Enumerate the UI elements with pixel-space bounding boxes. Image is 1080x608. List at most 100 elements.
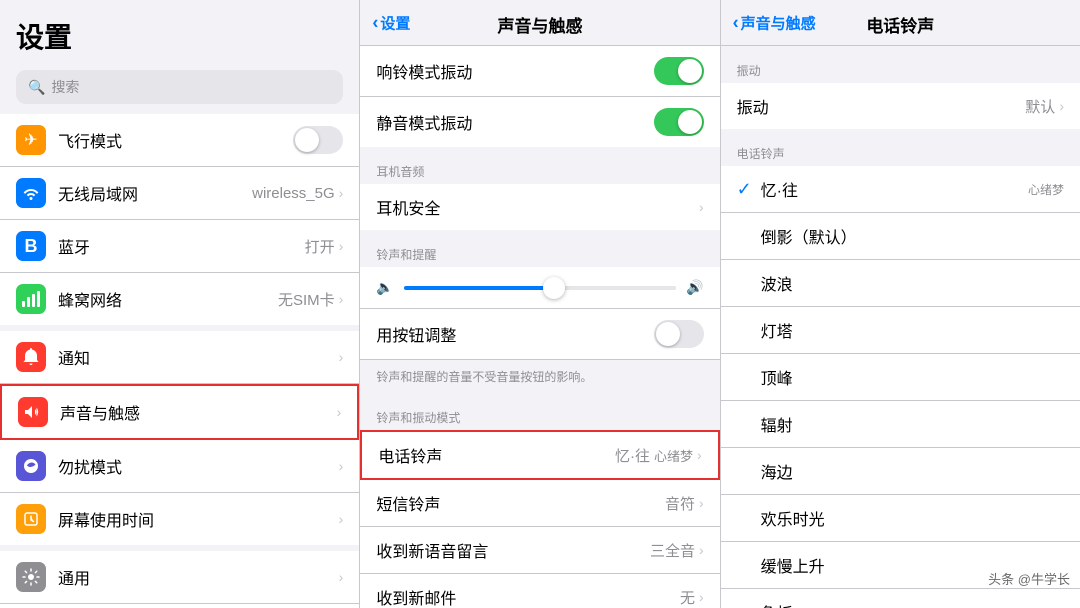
earphone-section-header: 耳机音频 (360, 147, 719, 184)
cellular-value: 无SIM卡 (278, 289, 335, 310)
voicemail-chevron: › (699, 542, 704, 558)
ringtone-summit[interactable]: 顶峰 (721, 354, 1080, 401)
settings-item-general[interactable]: 通用 › (0, 551, 359, 604)
volume-section-header: 铃声和提醒 (360, 230, 719, 267)
voicemail-item[interactable]: 收到新语音留言 三全音 › (360, 527, 719, 574)
sound-panel: ‹ 设置 声音与触感 响铃模式振动 静音模式振动 (360, 0, 720, 608)
new-email-item[interactable]: 收到新邮件 无 › (360, 574, 719, 608)
volume-button-adjust-label: 用按钮调整 (376, 322, 653, 346)
phone-ringtone-label: 电话铃声 (378, 443, 615, 467)
sound-vibrate-list: 响铃模式振动 静音模式振动 (360, 46, 719, 147)
sound-back-btn[interactable]: ‹ 设置 (372, 12, 410, 33)
settings-group-3-list: 通用 › 控制中心 › (0, 551, 359, 608)
ringtone-mode-list: 电话铃声 忆·往 心绪梦 › 短信铃声 音符 › 收到新语音留言 三全音 › 收… (360, 430, 719, 608)
silent-vibrate-toggle[interactable] (654, 108, 704, 136)
airplane-toggle[interactable] (293, 126, 343, 154)
settings-item-screentime[interactable]: 屏幕使用时间 › (0, 493, 359, 545)
general-label: 通用 (58, 565, 339, 589)
cellular-label: 蜂窝网络 (58, 287, 278, 311)
ringtone-seaside[interactable]: 海边 (721, 448, 1080, 495)
earphone-list: 耳机安全 › (360, 184, 719, 230)
vibration-label: 振动 (737, 94, 1026, 118)
phone-ringtone-chevron: › (697, 447, 702, 463)
silent-vibrate-label: 静音模式振动 (376, 110, 653, 134)
settings-item-bluetooth[interactable]: B 蓝牙 打开 › (0, 220, 359, 273)
volume-adjust-toggle[interactable] (654, 320, 704, 348)
vibration-header: 振动 (721, 46, 1080, 83)
settings-item-control[interactable]: 控制中心 › (0, 604, 359, 608)
earphone-safety-item[interactable]: 耳机安全 › (360, 184, 719, 230)
settings-item-wifi[interactable]: 无线局域网 wireless_5G › (0, 167, 359, 220)
ringtone-fast-board[interactable]: 急板 (721, 589, 1080, 608)
volume-button-adjust-item[interactable]: 用按钮调整 (360, 309, 719, 360)
airplane-icon: ✈ (16, 125, 46, 155)
screentime-label: 屏幕使用时间 (58, 507, 339, 531)
ringtone-happy-time[interactable]: 欢乐时光 (721, 495, 1080, 542)
ringtone-check-icon: ✓ (737, 179, 761, 200)
screentime-chevron: › (339, 511, 344, 527)
settings-group-1-list: ✈ 飞行模式 无线局域网 wireless_5G › (0, 114, 359, 325)
settings-group-2-list: 通知 › 声音与触感 › (0, 331, 359, 545)
ringtone-list-header: 电话铃声 (721, 129, 1080, 166)
new-email-chevron: › (699, 589, 704, 605)
search-bar[interactable]: 🔍 搜索 (16, 70, 343, 104)
volume-slider-row[interactable]: 🔈 🔊 (360, 267, 719, 309)
ringtone-vibrate-label: 响铃模式振动 (376, 59, 653, 83)
ringtone-radiation-label: 辐射 (761, 412, 1064, 436)
ringtone-vibrate-toggle[interactable] (654, 57, 704, 85)
ringtone-wave[interactable]: 波浪 (721, 260, 1080, 307)
wifi-label: 无线局域网 (58, 181, 252, 205)
screentime-icon (16, 504, 46, 534)
sms-ringtone-label: 短信铃声 (376, 491, 665, 515)
notification-chevron: › (339, 349, 344, 365)
ringtone-reverse-default[interactable]: 倒影（默认） (721, 213, 1080, 260)
wifi-icon (16, 178, 46, 208)
ringtone-radiation[interactable]: 辐射 (721, 401, 1080, 448)
volume-track[interactable] (404, 286, 676, 290)
settings-item-sound[interactable]: 声音与触感 › (0, 384, 359, 440)
phone-ringtone-value: 忆·往 (615, 445, 650, 466)
sound-title: 声音与触感 (497, 17, 582, 36)
volume-note-item: 铃声和提醒的音量不受音量按钮的影响。 (360, 360, 719, 393)
phone-ringtone-item[interactable]: 电话铃声 忆·往 心绪梦 › (360, 430, 719, 480)
volume-note-text: 铃声和提醒的音量不受音量按钮的影响。 (376, 368, 592, 385)
ringtone-vibrate-item[interactable]: 响铃模式振动 (360, 46, 719, 97)
volume-low-icon: 🔈 (376, 279, 393, 296)
ringtone-back-btn[interactable]: ‹ 声音与触感 (733, 12, 816, 33)
ringtone-reverse-label: 倒影（默认） (761, 224, 1064, 248)
ringtone-back-label: 声音与触感 (741, 12, 816, 33)
settings-group-3: 通用 › 控制中心 › (0, 551, 359, 608)
settings-item-notification[interactable]: 通知 › (0, 331, 359, 384)
cellular-chevron: › (339, 291, 344, 307)
vibration-item[interactable]: 振动 默认 › (721, 83, 1080, 129)
settings-item-cellular[interactable]: 蜂窝网络 无SIM卡 › (0, 273, 359, 325)
general-icon (16, 562, 46, 592)
sound-content: 响铃模式振动 静音模式振动 耳机音频 耳机安全 › 铃声和提醒 (360, 46, 719, 608)
volume-thumb[interactable] (543, 277, 565, 299)
sms-ringtone-chevron: › (699, 495, 704, 511)
volume-high-icon: 🔊 (686, 279, 703, 296)
donotdisturb-label: 勿扰模式 (58, 454, 339, 478)
settings-item-airplane[interactable]: ✈ 飞行模式 (0, 114, 359, 167)
vibration-chevron: › (1059, 98, 1064, 114)
new-email-value: 无 (680, 587, 695, 608)
silent-vibrate-item[interactable]: 静音模式振动 (360, 97, 719, 147)
settings-item-donotdisturb[interactable]: 勿扰模式 › (0, 440, 359, 493)
settings-group-2: 通知 › 声音与触感 › (0, 331, 359, 545)
ringtone-panel-header: ‹ 声音与触感 电话铃声 (721, 0, 1080, 46)
sms-ringtone-item[interactable]: 短信铃声 音符 › (360, 480, 719, 527)
ringtone-seaside-label: 海边 (761, 459, 1064, 483)
sound-back-label: 设置 (380, 12, 410, 33)
settings-group-1: ✈ 飞行模式 无线局域网 wireless_5G › (0, 114, 359, 325)
search-placeholder: 搜索 (51, 77, 79, 97)
ringtone-current-item[interactable]: ✓ 忆·往 心绪梦 (721, 166, 1080, 213)
sound-vibrate-group: 响铃模式振动 静音模式振动 (360, 46, 719, 147)
new-email-label: 收到新邮件 (376, 585, 680, 608)
ringtone-lighthouse[interactable]: 灯塔 (721, 307, 1080, 354)
bluetooth-label: 蓝牙 (58, 234, 305, 258)
vibration-list: 振动 默认 › (721, 83, 1080, 129)
wifi-value: wireless_5G (252, 185, 335, 202)
notification-label: 通知 (58, 345, 339, 369)
notification-icon (16, 342, 46, 372)
sound-label: 声音与触感 (60, 400, 337, 424)
